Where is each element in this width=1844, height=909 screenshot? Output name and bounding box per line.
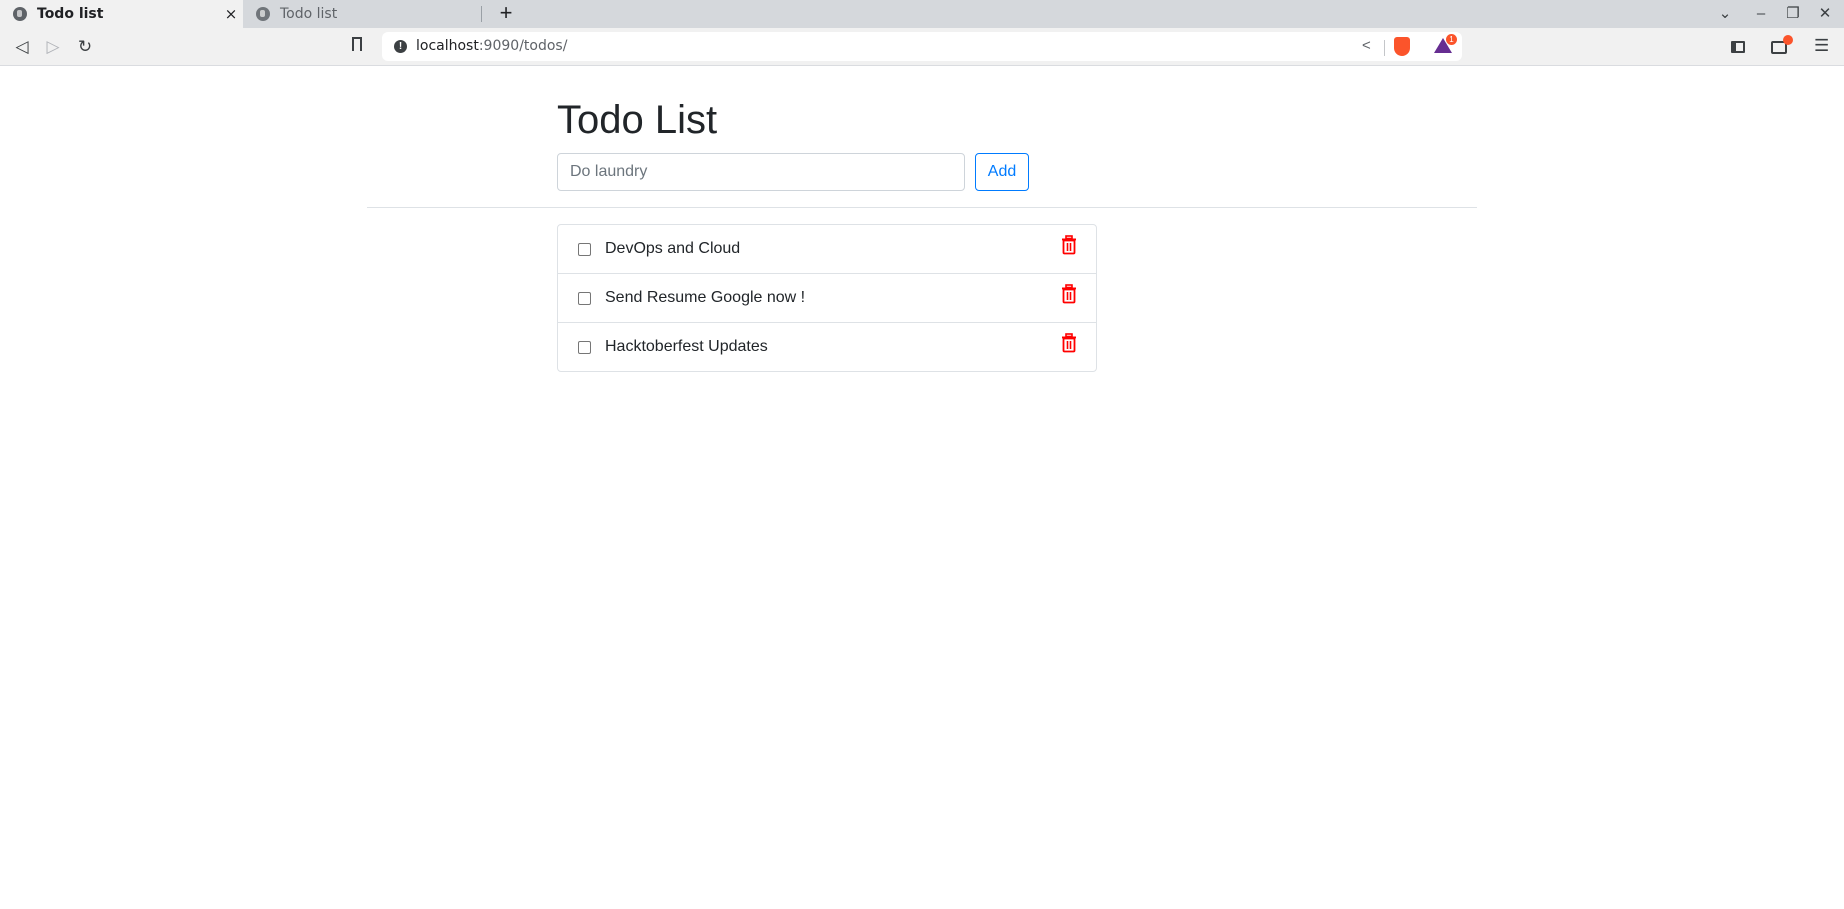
- address-bar[interactable]: ! localhost:9090/todos/ < 1: [382, 32, 1462, 61]
- todo-checkbox[interactable]: [578, 340, 591, 354]
- menu-icon[interactable]: ☰: [1814, 36, 1829, 56]
- tab-title: Todo list: [280, 6, 338, 22]
- divider: [367, 207, 1477, 208]
- restore-button[interactable]: ❐: [1778, 0, 1808, 28]
- tab-todo-list[interactable]: Todo list: [243, 0, 481, 28]
- globe-icon: [256, 7, 270, 21]
- tab-todo-list-active[interactable]: Todo list ×: [0, 0, 243, 28]
- forward-button[interactable]: ▷: [42, 36, 64, 58]
- trash-icon[interactable]: [1061, 284, 1077, 304]
- tab-separator: [481, 6, 482, 22]
- todo-text: Hacktoberfest Updates: [605, 338, 768, 355]
- todo-list: DevOps and Cloud Send Resume Google now …: [557, 224, 1097, 372]
- minimize-button[interactable]: –: [1746, 0, 1776, 28]
- trash-icon[interactable]: [1061, 333, 1077, 353]
- page-title: Todo List: [557, 98, 718, 142]
- site-info-icon[interactable]: !: [394, 40, 407, 53]
- new-tab-button[interactable]: +: [494, 0, 518, 28]
- todo-item: Hacktoberfest Updates: [558, 322, 1096, 371]
- share-icon[interactable]: <: [1362, 37, 1371, 54]
- tab-bar: Todo list × Todo list + ⌄ – ❐ ✕: [0, 0, 1844, 28]
- todo-item: DevOps and Cloud: [558, 225, 1096, 273]
- todo-text: Send Resume Google now !: [605, 289, 806, 306]
- todo-input[interactable]: [557, 153, 965, 191]
- tab-title: Todo list: [37, 6, 104, 22]
- todo-checkbox[interactable]: [578, 291, 591, 305]
- brave-shields-icon[interactable]: [1394, 37, 1410, 56]
- back-button[interactable]: ◁: [11, 36, 33, 58]
- todo-item: Send Resume Google now !: [558, 273, 1096, 322]
- close-window-button[interactable]: ✕: [1810, 0, 1840, 28]
- rewards-badge: 1: [1446, 34, 1457, 45]
- tab-search-button[interactable]: ⌄: [1710, 0, 1740, 28]
- page-content: Todo List Add DevOps and Cloud Send Resu…: [0, 66, 1844, 909]
- url-text[interactable]: localhost:9090/todos/: [416, 38, 567, 54]
- sidebar-toggle-icon[interactable]: [1731, 41, 1745, 53]
- trash-icon[interactable]: [1061, 235, 1077, 255]
- add-button[interactable]: Add: [975, 153, 1029, 191]
- reload-button[interactable]: ↻: [74, 36, 96, 58]
- wallet-notification-dot: [1783, 35, 1793, 45]
- todo-checkbox[interactable]: [578, 242, 591, 256]
- globe-icon: [13, 7, 27, 21]
- close-tab-icon[interactable]: ×: [219, 5, 243, 23]
- bookmark-icon[interactable]: [352, 37, 362, 51]
- divider: [1384, 40, 1385, 56]
- browser-toolbar: ◁ ▷ ↻ ! localhost:9090/todos/ < 1 ☰: [0, 28, 1844, 66]
- todo-text: DevOps and Cloud: [605, 240, 741, 257]
